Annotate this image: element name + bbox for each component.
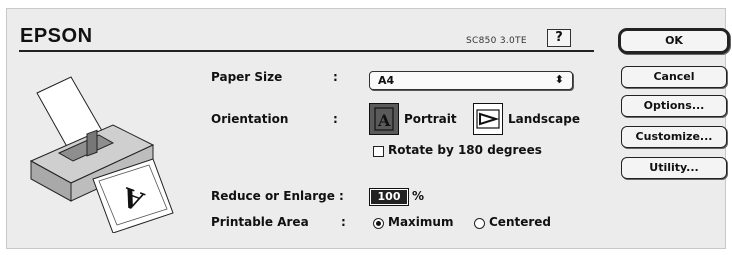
select-arrows-icon: ⬍ (554, 73, 564, 86)
printer-icon: A (29, 76, 174, 233)
landscape-orientation-button[interactable] (473, 103, 503, 135)
landscape-label[interactable]: Landscape (508, 112, 580, 126)
portrait-orientation-icon: A (374, 107, 394, 131)
reduce-enlarge-value: 100 (371, 190, 407, 204)
customize-button[interactable]: Customize... (621, 126, 727, 148)
printable-area-colon: : (341, 215, 346, 229)
centered-radio[interactable] (474, 218, 485, 229)
header-divider (19, 50, 594, 52)
printable-area-label: Printable Area (211, 215, 309, 229)
reduce-enlarge-input[interactable]: 100 (369, 188, 409, 206)
percent-sign: % (412, 189, 425, 203)
options-button[interactable]: Options... (621, 95, 727, 117)
portrait-label[interactable]: Portrait (404, 112, 457, 126)
page-setup-dialog: EPSON SC850 3.0TE ? A Paper Size : A4 ⬍ … (6, 8, 730, 249)
rotate-180-checkbox[interactable] (373, 146, 384, 157)
ok-button[interactable]: OK (618, 28, 730, 54)
landscape-orientation-icon (476, 109, 500, 129)
utility-button[interactable]: Utility... (621, 157, 727, 179)
maximum-radio[interactable] (373, 218, 384, 229)
svg-text:A: A (377, 111, 391, 130)
paper-size-value: A4 (378, 74, 395, 87)
help-icon: ? (555, 30, 563, 45)
centered-label[interactable]: Centered (489, 215, 551, 229)
orientation-label: Orientation (211, 112, 289, 126)
paper-size-select[interactable]: A4 ⬍ (369, 71, 573, 90)
rotate-180-label[interactable]: Rotate by 180 degrees (388, 143, 542, 157)
brand-logo: EPSON (20, 25, 93, 47)
help-button[interactable]: ? (547, 29, 571, 47)
model-version: SC850 3.0TE (466, 36, 527, 46)
orientation-colon: : (333, 112, 338, 126)
paper-size-colon: : (333, 70, 338, 84)
reduce-enlarge-label: Reduce or Enlarge : (211, 189, 344, 203)
paper-size-label: Paper Size (211, 70, 283, 84)
maximum-label[interactable]: Maximum (388, 215, 453, 229)
cancel-button[interactable]: Cancel (621, 66, 727, 88)
portrait-orientation-button[interactable]: A (369, 103, 399, 135)
